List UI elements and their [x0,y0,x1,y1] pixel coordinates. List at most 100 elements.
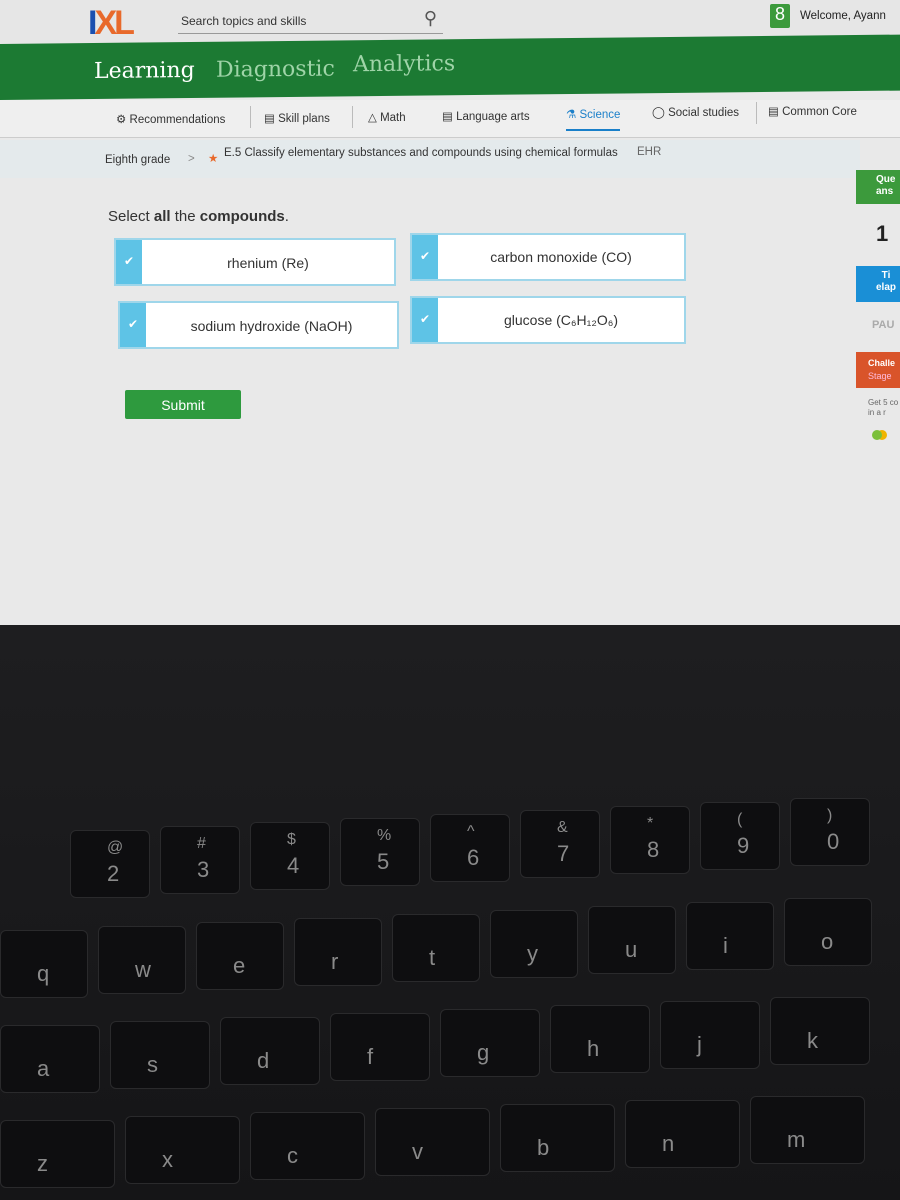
stage-label: Stage [868,371,892,381]
key-n[interactable]: n [625,1100,740,1168]
tab-label: Math [380,112,406,124]
choice-label: glucose (C₆H₁₂O₆) [503,312,619,328]
nav-analytics[interactable]: Analytics [353,51,455,77]
choice-sodium-hydroxide[interactable]: ✔ sodium hydroxide (NaOH) [118,301,399,349]
book-icon: ▤ [442,111,453,123]
key-label: a [37,1056,50,1081]
key-4[interactable]: $4 [250,822,330,890]
question-prompt: Select all the compounds. [108,208,289,225]
tab-math[interactable]: △ Math [368,110,406,124]
key-label: w [135,957,151,982]
key-shift-label: * [647,815,654,832]
key-label: g [477,1040,490,1065]
key-label: r [331,949,339,974]
search-icon[interactable]: ⚲ [424,8,437,29]
welcome-text[interactable]: Welcome, Ayann [800,10,886,22]
breadcrumb-grade[interactable]: Eighth grade [105,154,170,166]
choice-carbon-monoxide[interactable]: ✔ carbon monoxide (CO) [410,233,686,281]
challenge-progress-icon [872,430,882,440]
key-g[interactable]: g [440,1009,540,1077]
key-x[interactable]: x [125,1116,240,1184]
ixl-screen: IXL Search topics and skills ⚲ 8 Welcome,… [0,0,900,625]
key-u[interactable]: u [588,906,676,974]
key-t[interactable]: t [392,914,480,982]
key-q[interactable]: q [0,930,88,998]
key-shift-label: # [197,835,206,852]
key-shift-label: $ [287,831,296,848]
check-icon: ✔ [412,235,438,279]
key-9[interactable]: (9 [700,802,780,870]
key-7[interactable]: & 7 [520,810,600,878]
skill-plans-icon: ▤ [264,113,275,125]
key-label: 8 [647,837,660,862]
nav-diagnostic[interactable]: Diagnostic [216,56,335,82]
nav-learning[interactable]: Learning [94,58,195,84]
key-8[interactable]: * 8 [610,806,690,874]
key-h[interactable]: h [550,1005,650,1073]
key-label: 6 [467,845,480,870]
key-label: 0 [827,829,840,854]
key-shift-label: ( [737,811,743,828]
key-a[interactable]: a [0,1025,100,1093]
laptop-keyboard: @2 #3 $4% 5 ^ 6 & 7 * 8(9) 0 q w e r t y u i o a s d f g h j k z x c v b… [0,625,900,1200]
tab-common-core[interactable]: ▤ Common Core [768,104,857,118]
check-icon: ✔ [116,240,142,284]
skill-code: EHR [637,146,662,158]
main-nav: Learning Diagnostic Analytics [0,34,900,101]
pause-button[interactable]: PAU [856,315,900,331]
ixl-logo[interactable]: IXL [88,4,135,43]
key-label: b [537,1135,550,1160]
key-5[interactable]: % 5 [340,818,420,886]
avatar[interactable]: 8 [770,4,790,28]
key-label: 5 [377,849,390,874]
choice-label: rhenium (Re) [227,255,309,271]
key-j[interactable]: j [660,1001,760,1069]
key-shift-label: & [557,819,568,836]
key-2[interactable]: @2 [70,830,150,898]
key-v[interactable]: v [375,1108,490,1176]
key-0[interactable]: ) 0 [790,798,870,866]
challenge-label: Challe [868,358,896,368]
key-b[interactable]: b [500,1104,615,1172]
check-icon: ✔ [120,303,146,347]
key-3[interactable]: #3 [160,826,240,894]
key-label: m [787,1127,806,1152]
key-label: y [527,941,538,966]
key-label: 4 [287,853,300,878]
skill-title: E.5 Classify elementary substances and c… [224,147,618,159]
key-e[interactable]: e [196,922,284,990]
key-k[interactable]: k [770,997,870,1065]
submit-button[interactable]: Submit [125,390,241,419]
key-c[interactable]: c [250,1112,365,1180]
key-6[interactable]: ^ 6 [430,814,510,882]
tab-recommendations[interactable]: ⚙ Recommendations [116,112,225,126]
tab-language-arts[interactable]: ▤ Language arts [442,109,530,123]
key-r[interactable]: r [294,918,382,986]
key-y[interactable]: y [490,910,578,978]
search-placeholder: Search topics and skills [181,14,307,28]
tab-label: Common Core [782,106,857,118]
key-z[interactable]: z [0,1120,115,1188]
key-i[interactable]: i [686,902,774,970]
search-input[interactable]: Search topics and skills ⚲ [178,8,443,34]
choice-rhenium[interactable]: ✔ rhenium (Re) [114,238,396,286]
key-d[interactable]: d [220,1017,320,1085]
tab-label: Science [579,109,621,121]
questions-answered-value: 1 [876,221,889,246]
choice-label: sodium hydroxide (NaOH) [190,318,353,334]
challenge-desc: Get 5 co in a r [868,398,899,417]
key-f[interactable]: f [330,1013,430,1081]
tab-social-studies[interactable]: ◯ Social studies [652,105,739,119]
tab-science[interactable]: ⚗ Science [566,107,621,131]
star-icon[interactable]: ★ [208,151,218,165]
key-w[interactable]: w [98,926,186,994]
tab-skill-plans[interactable]: ▤ Skill plans [264,111,330,125]
key-label: 7 [557,841,570,866]
globe-icon: ◯ [652,107,665,119]
key-s[interactable]: s [110,1021,210,1089]
key-o[interactable]: o [784,898,872,966]
time-elapsed-label: Ti elap [856,266,900,302]
key-shift-label: % [377,827,392,844]
choice-glucose[interactable]: ✔ glucose (C₆H₁₂O₆) [410,296,686,344]
key-m[interactable]: m [750,1096,865,1164]
